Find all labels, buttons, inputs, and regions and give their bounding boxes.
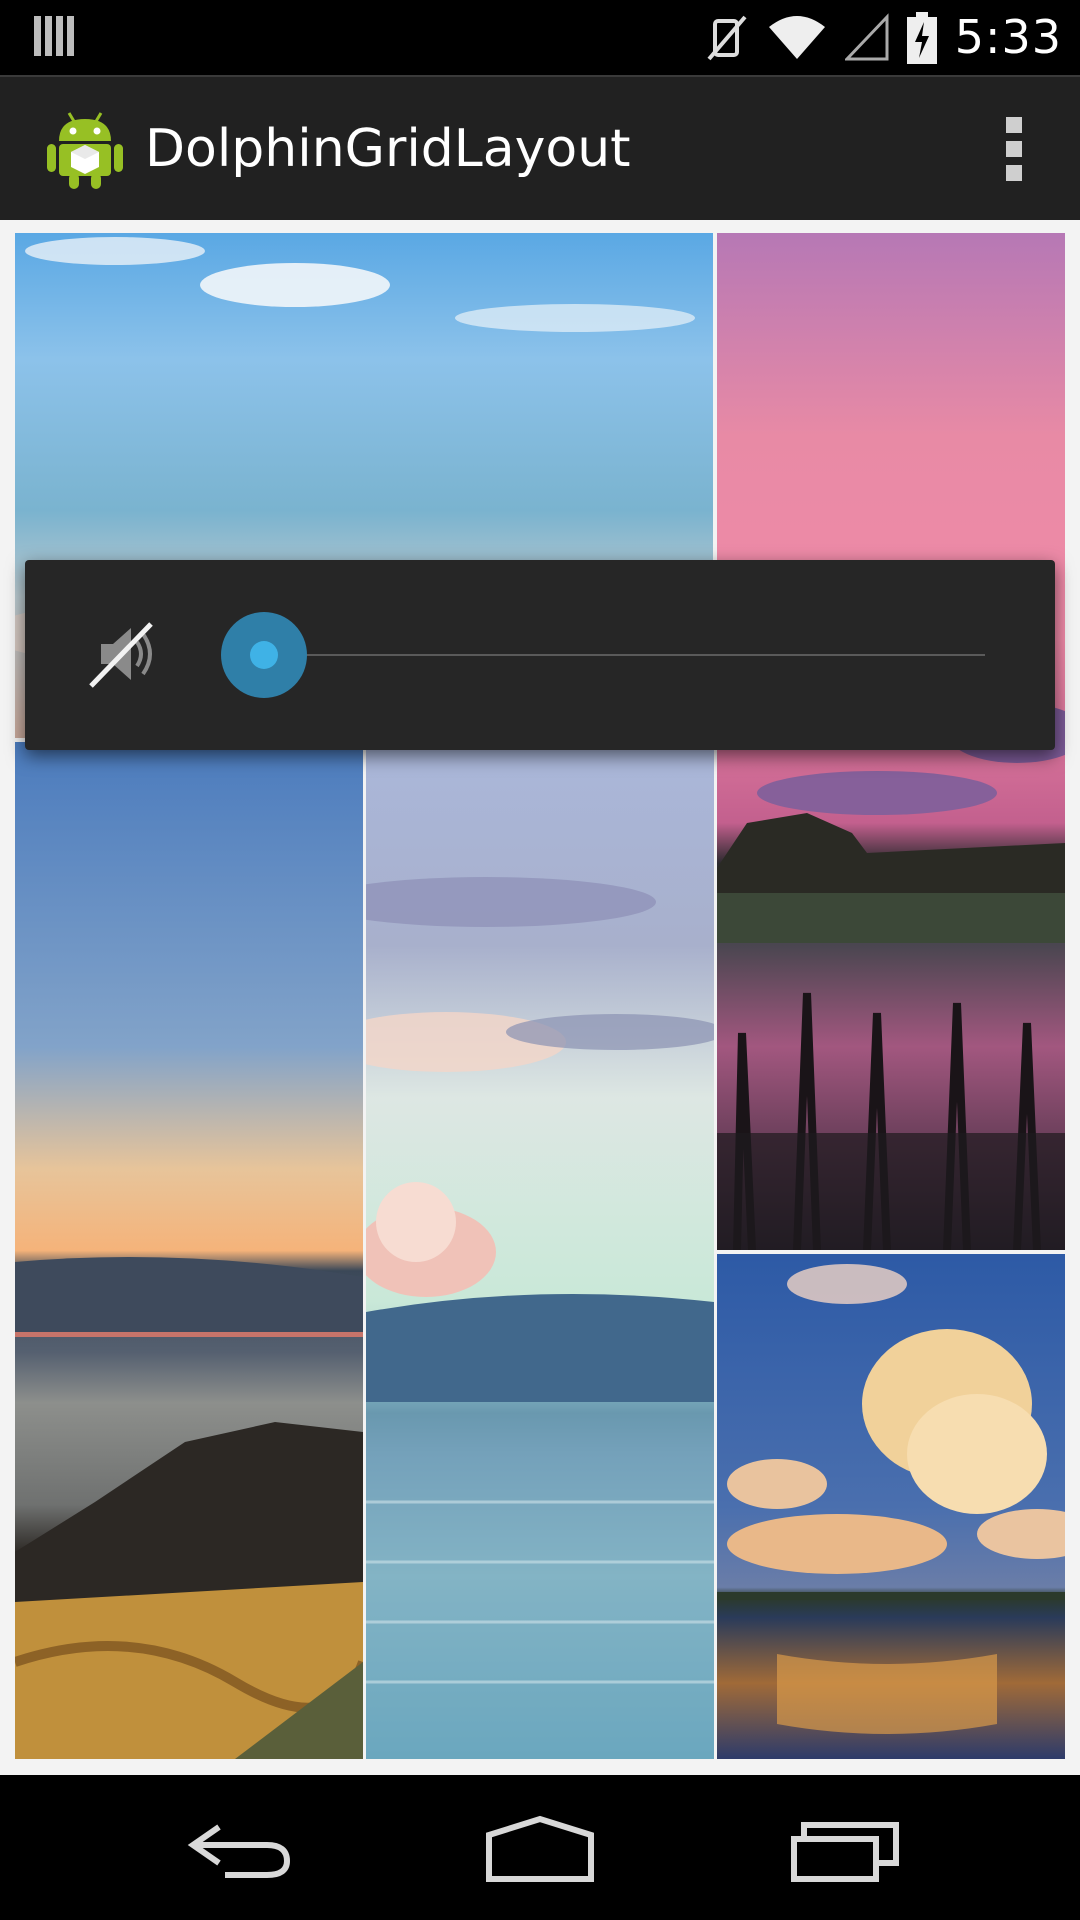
volume-muted-icon[interactable] (87, 618, 157, 690)
status-icons: 5:33 (705, 0, 1062, 75)
back-icon[interactable] (185, 1815, 295, 1885)
photo-grid (0, 220, 1080, 1775)
clock: 5:33 (954, 10, 1062, 64)
page-title: DolphinGridLayout (145, 119, 631, 179)
volume-slider-track[interactable] (263, 654, 985, 656)
home-icon[interactable] (485, 1815, 595, 1885)
action-bar: DolphinGridLayout (0, 75, 1080, 220)
android-robot-icon[interactable] (45, 107, 125, 191)
photo-golden-cloud-lake[interactable] (717, 1254, 1065, 1759)
photo-pastel-sea-clouds[interactable] (366, 742, 714, 1759)
wifi-icon (768, 15, 825, 59)
vibrate-icon (707, 15, 747, 60)
volume-slider-thumb[interactable] (250, 641, 278, 669)
status-bar: 5:33 (0, 0, 1080, 75)
recent-apps-icon[interactable] (790, 1815, 900, 1885)
photo-blue-sky-rocky-shore[interactable] (15, 742, 363, 1759)
notification-bars-icon (34, 16, 74, 56)
volume-dialog (25, 560, 1055, 750)
signal-icon (844, 12, 889, 60)
overflow-menu-icon[interactable] (1006, 117, 1028, 181)
navigation-bar (0, 1775, 1080, 1920)
battery-charging-icon (906, 11, 937, 64)
